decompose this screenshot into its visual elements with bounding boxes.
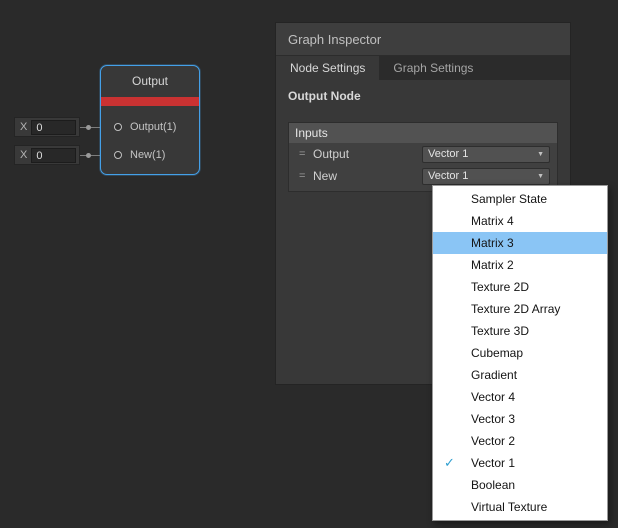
menu-item-virtual-texture[interactable]: Virtual Texture (433, 496, 607, 518)
select-value: Vector 1 (428, 148, 468, 160)
menu-item-label: Vector 1 (471, 456, 515, 470)
tab-graph-settings[interactable]: Graph Settings (379, 56, 487, 80)
panel-title: Graph Inspector (276, 23, 570, 56)
port-label: Output(1) (130, 121, 176, 133)
inspector-tab-bar: Node Settings Graph Settings (276, 56, 570, 80)
menu-item-matrix-4[interactable]: Matrix 4 (433, 210, 607, 232)
wire-dot-output (86, 125, 91, 130)
menu-item-matrix-2[interactable]: Matrix 2 (433, 254, 607, 276)
menu-item-texture-3d[interactable]: Texture 3D (433, 320, 607, 342)
drag-handle-icon[interactable]: = (299, 170, 313, 182)
port-row-output: Output(1) (101, 113, 199, 141)
menu-item-texture-2d-array[interactable]: Texture 2D Array (433, 298, 607, 320)
port-label: New(1) (130, 149, 165, 161)
float-field-value[interactable]: 0 (31, 120, 76, 135)
wire-dot-new (86, 153, 91, 158)
menu-item-cubemap[interactable]: Cubemap (433, 342, 607, 364)
float-field-output: X 0 (14, 117, 80, 137)
menu-item-sampler-state[interactable]: Sampler State (433, 188, 607, 210)
menu-item-vector-4[interactable]: Vector 4 (433, 386, 607, 408)
menu-item-vector-2[interactable]: Vector 2 (433, 430, 607, 452)
port-row-new: New(1) (101, 141, 199, 169)
inputs-header: Inputs (289, 123, 557, 143)
chevron-down-icon: ▼ (537, 173, 544, 180)
menu-item-gradient[interactable]: Gradient (433, 364, 607, 386)
float-field-value[interactable]: 0 (31, 148, 76, 163)
menu-item-matrix-3[interactable]: Matrix 3 (433, 232, 607, 254)
menu-item-vector-1[interactable]: ✓ Vector 1 (433, 452, 607, 474)
select-value: Vector 1 (428, 170, 468, 182)
shader-graph-canvas: X 0 X 0 Output Output(1) New(1) Graph In… (0, 0, 618, 528)
output-node[interactable]: Output Output(1) New(1) (100, 65, 200, 175)
inputs-box: Inputs = Output Vector 1 ▼ = New (288, 122, 558, 192)
input-row-new: = New Vector 1 ▼ (289, 165, 557, 187)
axis-label: X (20, 149, 27, 161)
node-ports: Output(1) New(1) (101, 106, 199, 169)
check-icon: ✓ (444, 452, 455, 474)
input-row-label: Output (313, 147, 422, 161)
axis-label: X (20, 121, 27, 133)
menu-item-vector-3[interactable]: Vector 3 (433, 408, 607, 430)
node-accent-bar (101, 97, 199, 106)
type-select-output[interactable]: Vector 1 ▼ (422, 146, 550, 163)
input-row-label: New (313, 169, 422, 183)
inspector-body: Output Node Inputs = Output Vector 1 ▼ = (276, 89, 570, 192)
type-dropdown-menu: Sampler State Matrix 4 Matrix 3 Matrix 2… (432, 185, 608, 521)
inputs-body: = Output Vector 1 ▼ = New Vector 1 ▼ (289, 143, 557, 191)
port-circle-output[interactable] (114, 123, 122, 131)
menu-item-boolean[interactable]: Boolean (433, 474, 607, 496)
type-select-new[interactable]: Vector 1 ▼ (422, 168, 550, 185)
float-field-new: X 0 (14, 145, 80, 165)
section-title: Output Node (288, 89, 558, 103)
input-row-output: = Output Vector 1 ▼ (289, 143, 557, 165)
chevron-down-icon: ▼ (537, 151, 544, 158)
port-circle-new[interactable] (114, 151, 122, 159)
tab-node-settings[interactable]: Node Settings (276, 56, 379, 80)
menu-item-texture-2d[interactable]: Texture 2D (433, 276, 607, 298)
node-title: Output (101, 66, 199, 97)
drag-handle-icon[interactable]: = (299, 148, 313, 160)
